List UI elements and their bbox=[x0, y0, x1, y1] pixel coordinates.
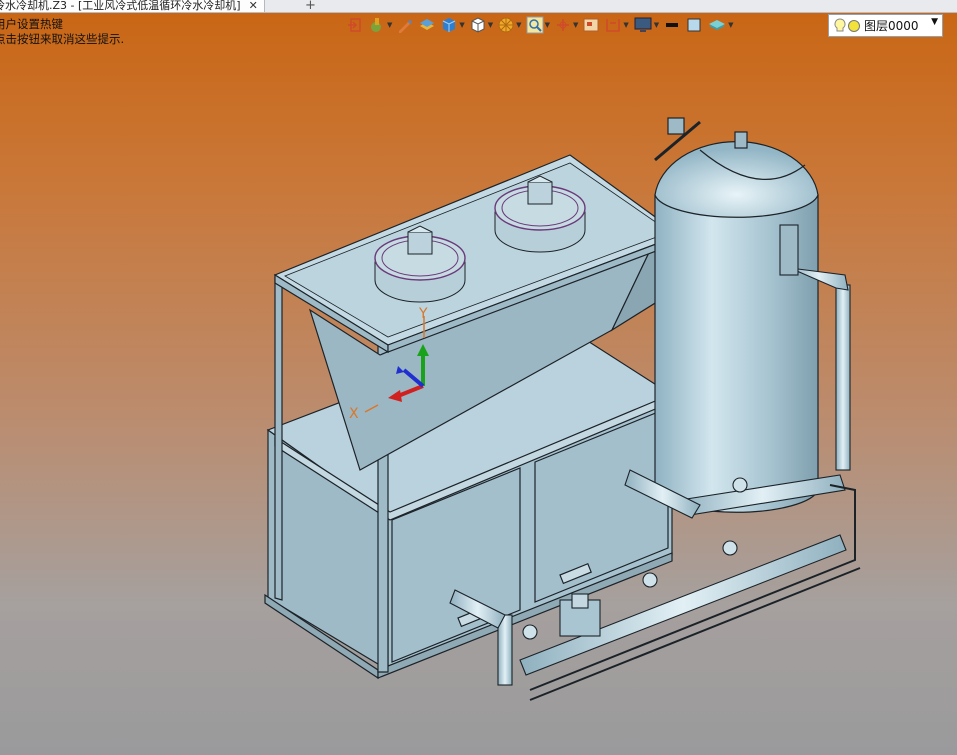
chevron-down-icon: ▼ bbox=[931, 17, 938, 27]
chevron-down-icon: ▼ bbox=[653, 21, 660, 29]
chevron-down-icon: ▼ bbox=[572, 21, 579, 29]
blue-square-icon bbox=[687, 18, 701, 32]
exit-icon bbox=[348, 18, 361, 32]
layers-icon bbox=[709, 20, 726, 30]
color-button[interactable] bbox=[685, 14, 703, 36]
document-tab[interactable]: 冷水冷却机.Z3 - [工业风冷式低温循环冷水冷却机] ✕ bbox=[0, 0, 265, 12]
bracket-button[interactable]: ▼ bbox=[604, 14, 629, 36]
chevron-down-icon: ▼ bbox=[487, 21, 494, 29]
cube-white-icon bbox=[471, 17, 485, 33]
render-icon bbox=[371, 18, 381, 32]
x-axis-label: X bbox=[349, 406, 359, 422]
storage-tank bbox=[654, 117, 819, 513]
cube-blue-icon bbox=[443, 18, 456, 32]
bulb-icon bbox=[834, 17, 846, 31]
exit-button[interactable] bbox=[346, 14, 364, 36]
zoom-button[interactable]: ▼ bbox=[526, 14, 550, 36]
orient-button[interactable]: ▼ bbox=[497, 14, 522, 36]
layers-button[interactable]: ▼ bbox=[707, 14, 734, 36]
model-viewport[interactable]: Y X bbox=[0, 40, 957, 755]
chevron-down-icon: ▼ bbox=[728, 21, 734, 29]
line-style-button[interactable] bbox=[663, 14, 681, 36]
zoom-icon bbox=[526, 16, 544, 34]
chevron-down-icon: ▼ bbox=[387, 21, 393, 29]
view-toolbar: ▼ ▼ ▼ ▼ ▼ ▼ ▼ ▼ ▼ bbox=[346, 13, 738, 37]
pen-icon bbox=[399, 20, 413, 33]
axis-icon bbox=[556, 19, 569, 31]
tab-bar: 冷水冷却机.Z3 - [工业风冷式低温循环冷水冷却机] ✕ + bbox=[0, 0, 957, 13]
chevron-down-icon: ▼ bbox=[544, 21, 550, 29]
hint-line: 用户设置热键 bbox=[0, 17, 63, 31]
layer-select[interactable]: 图层0000 ▼ bbox=[828, 14, 943, 37]
stack-button[interactable] bbox=[418, 14, 436, 36]
new-tab-button[interactable]: + bbox=[305, 0, 316, 13]
close-icon[interactable]: ✕ bbox=[249, 0, 258, 11]
render-button[interactable]: ▼ bbox=[368, 14, 392, 36]
layer-name: 图层0000 bbox=[864, 19, 919, 33]
wheel-icon bbox=[498, 17, 514, 33]
display-button[interactable]: ▼ bbox=[633, 14, 659, 36]
frame-button[interactable] bbox=[582, 14, 600, 36]
axis-button[interactable]: ▼ bbox=[554, 14, 578, 36]
chevron-down-icon: ▼ bbox=[516, 21, 522, 29]
tab-title: 冷水冷却机.Z3 - [工业风冷式低温循环冷水冷却机] bbox=[0, 0, 241, 12]
stack-icon bbox=[420, 19, 435, 30]
chevron-down-icon: ▼ bbox=[623, 21, 629, 29]
y-axis-label: Y bbox=[418, 306, 428, 322]
yellow-dot-icon bbox=[848, 19, 860, 32]
bracket-icon bbox=[606, 19, 621, 32]
chevron-down-icon: ▼ bbox=[459, 21, 465, 29]
shaded-button[interactable]: ▼ bbox=[440, 14, 465, 36]
pen-button[interactable] bbox=[396, 14, 414, 36]
black-rect-icon bbox=[666, 23, 679, 27]
wire-button[interactable]: ▼ bbox=[469, 14, 493, 36]
monitor-icon bbox=[634, 17, 652, 32]
frame-icon bbox=[583, 18, 599, 32]
